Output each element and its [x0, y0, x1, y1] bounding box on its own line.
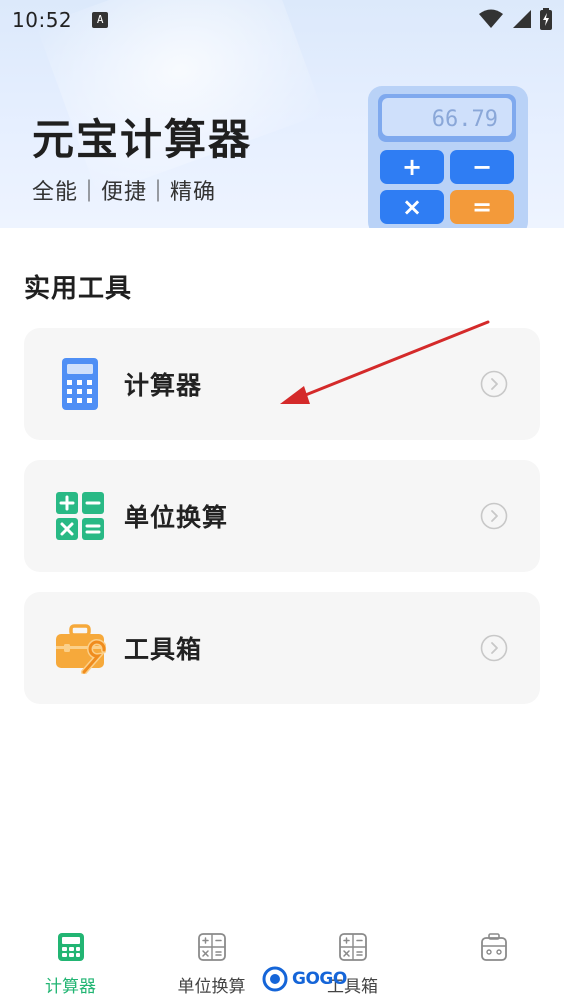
tool-card-unit-conversion[interactable]: 单位换算: [24, 460, 540, 572]
notification-icon: A: [92, 12, 109, 28]
header-banner: 10:52 A 元宝计算器 全能｜便捷｜精确 66.79 + − × =: [0, 0, 564, 228]
watermark-icon: [262, 966, 288, 992]
tab-label-unit-conversion: 单位换算: [177, 977, 246, 997]
section-title: 实用工具: [24, 274, 133, 304]
calc-key-equals: =: [472, 193, 492, 221]
tool-card-toolbox[interactable]: 工具箱: [24, 592, 540, 704]
calc-key-plus: +: [402, 153, 422, 181]
battery-icon: [540, 8, 552, 30]
watermark-logo: GOGO: [262, 966, 347, 992]
calculator-icon: [62, 358, 98, 410]
tool-label-unit-conversion: 单位换算: [124, 503, 229, 532]
calc-key-minus: −: [472, 153, 492, 181]
calc-display-value: 66.79: [432, 107, 498, 132]
chevron-right-icon: [480, 634, 508, 662]
tool-label-toolbox: 工具箱: [124, 635, 203, 664]
status-time: 10:52: [12, 8, 73, 32]
chevron-right-icon: [480, 502, 508, 530]
signal-icon: [513, 10, 531, 28]
status-icons: [478, 8, 552, 30]
conversion-tab-icon: [197, 933, 226, 961]
tab-unit-conversion[interactable]: 单位换算: [141, 922, 282, 1004]
app-title: 元宝计算器: [32, 115, 253, 164]
conversion-icon: [56, 492, 104, 540]
calculator-tab-icon: [57, 933, 84, 961]
briefcase-tab-icon: [480, 933, 507, 961]
tab-profile[interactable]: [423, 922, 564, 1004]
tab-label-calculator: 计算器: [45, 977, 96, 997]
status-bar: 10:52 A: [0, 0, 564, 40]
toolbox-tab-icon: [338, 933, 367, 961]
tool-card-calculator[interactable]: 计算器: [24, 328, 540, 440]
toolbox-icon: [56, 624, 106, 674]
tab-calculator[interactable]: 计算器: [0, 922, 141, 1004]
wifi-icon: [479, 9, 503, 28]
tool-label-calculator: 计算器: [124, 371, 203, 400]
calc-key-times: ×: [402, 193, 422, 221]
app-subtitle: 全能｜便捷｜精确: [32, 180, 217, 205]
calculator-illustration-icon: 66.79 + − × =: [368, 86, 528, 228]
chevron-right-icon: [480, 370, 508, 398]
watermark-text: GOGO: [292, 969, 347, 989]
